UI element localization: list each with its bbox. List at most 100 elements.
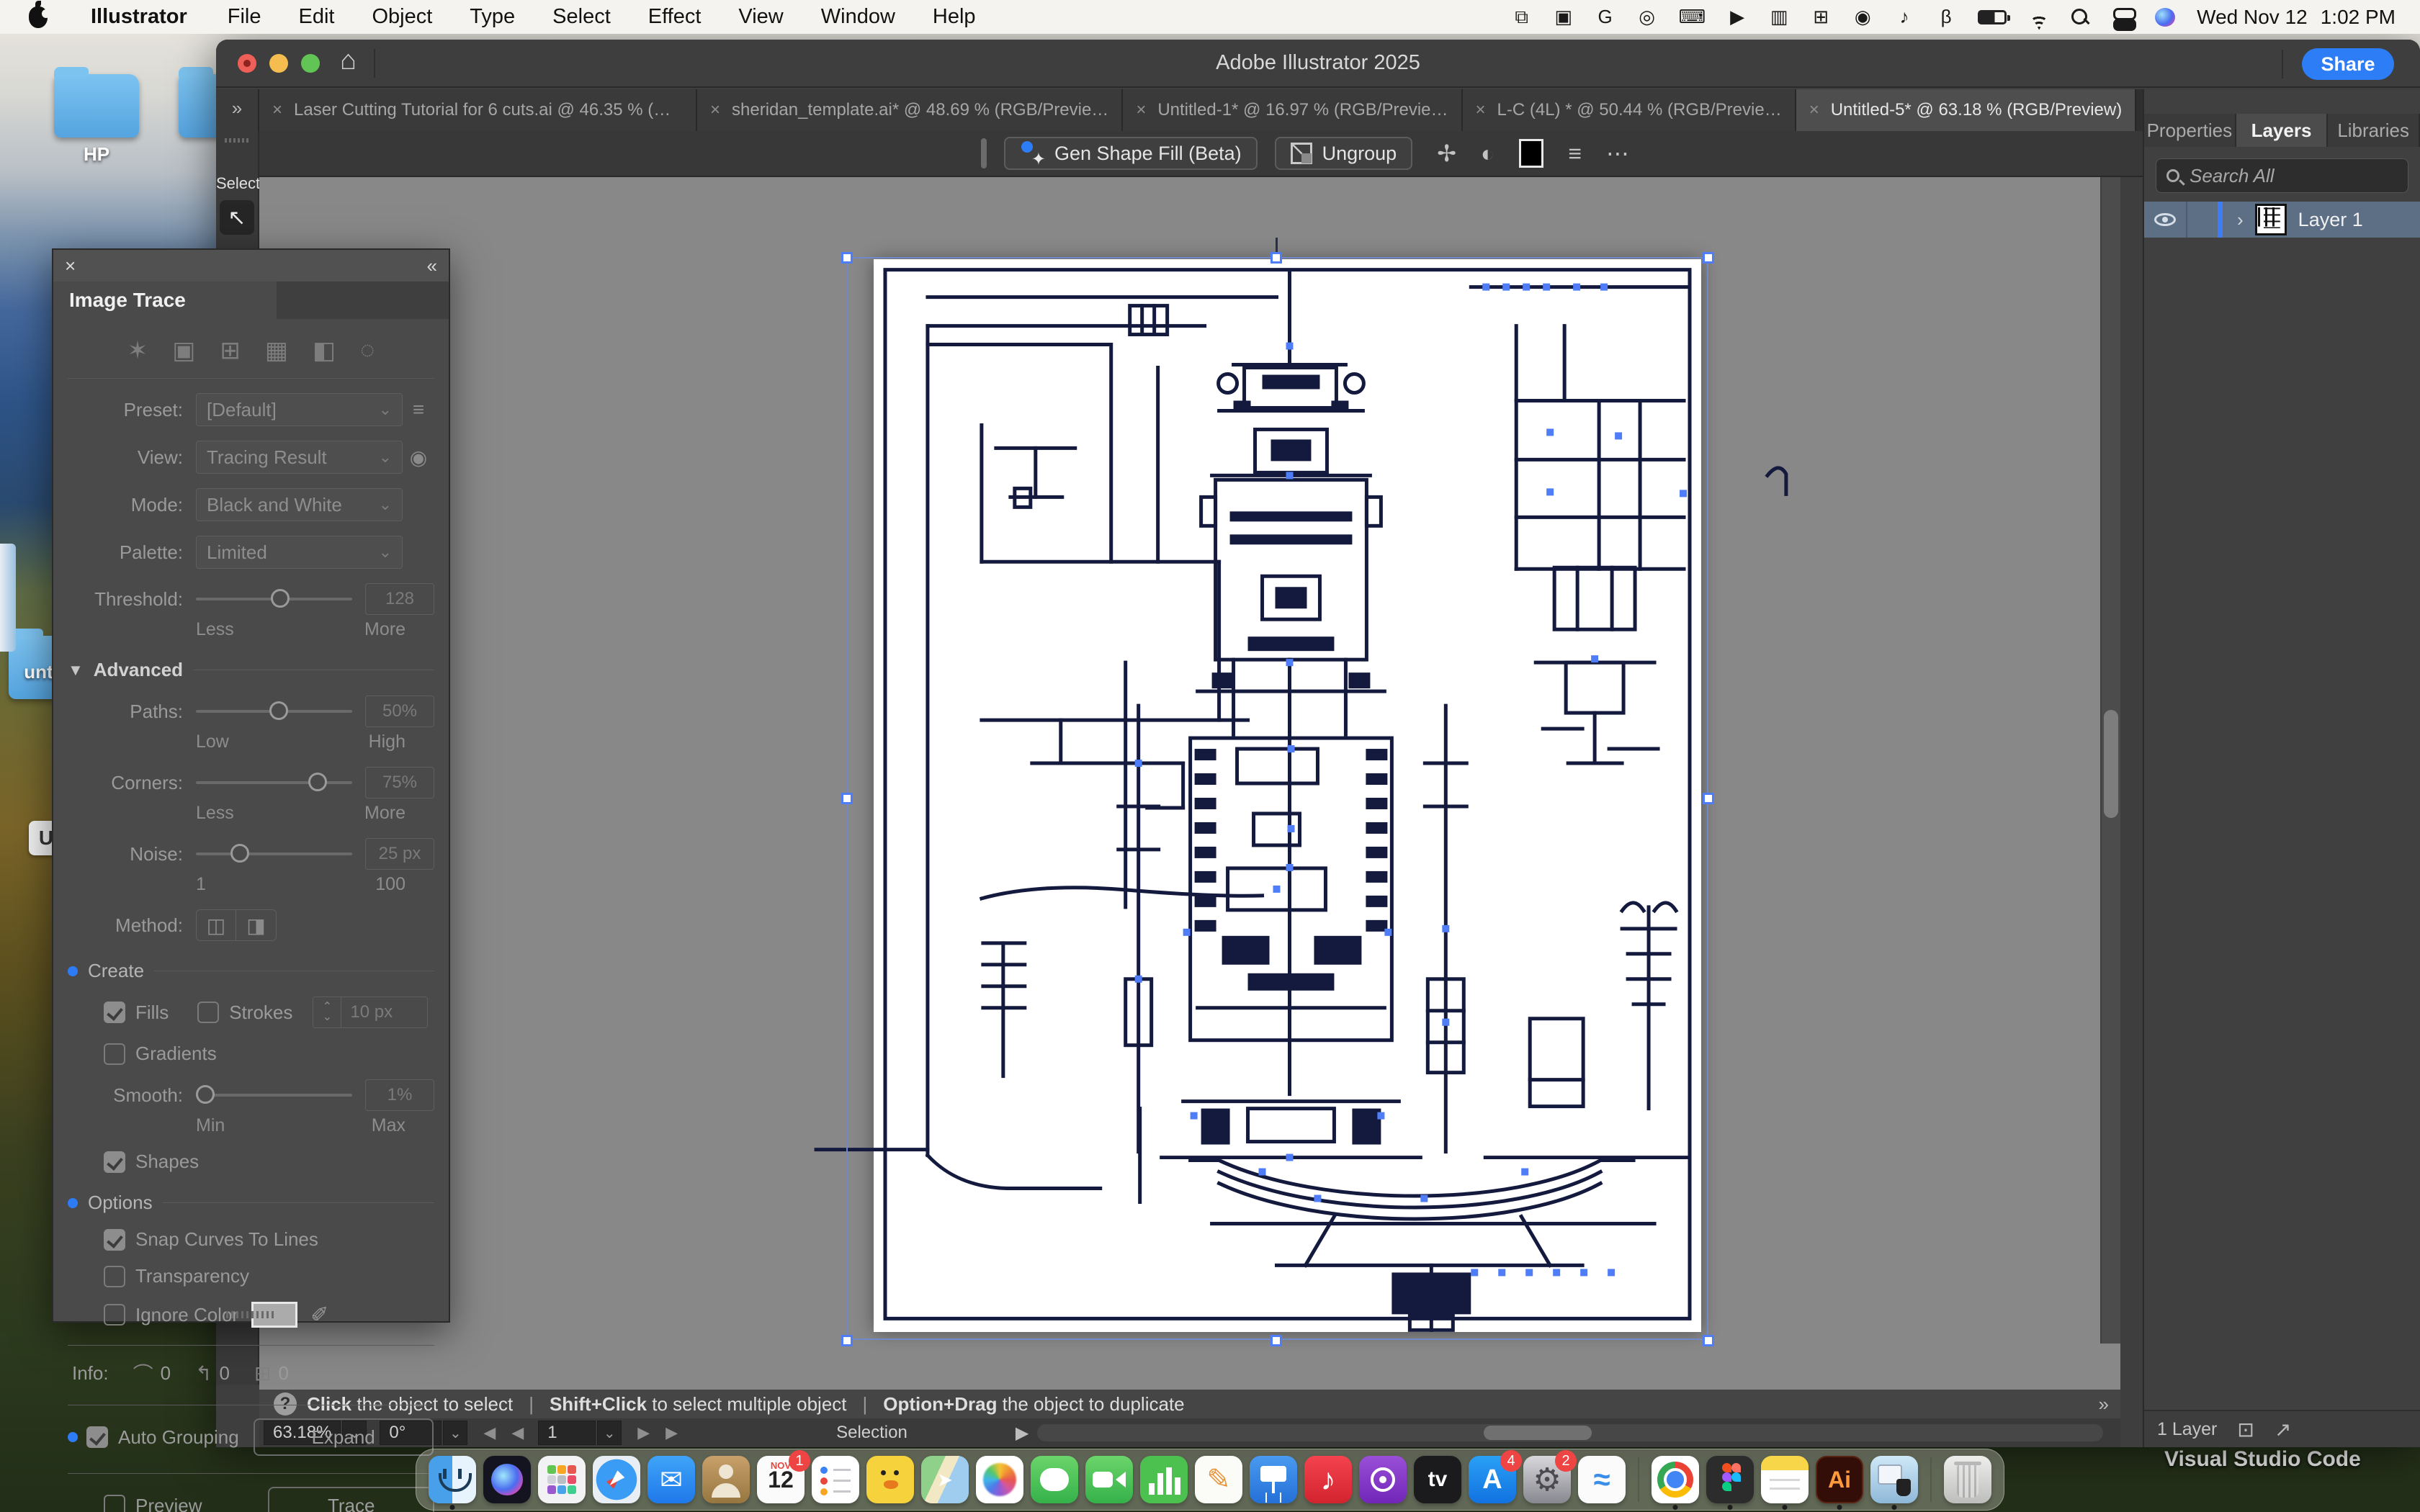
battery-icon[interactable] <box>1978 10 2007 24</box>
strokes-stepper[interactable]: ⌃⌄ <box>313 996 341 1028</box>
transparency-checkbox[interactable] <box>104 1266 125 1287</box>
export-icon[interactable]: ↗ <box>2275 1418 2291 1441</box>
document-tab[interactable]: ×sheridan_template.ai* @ 48.69 % (RGB/Pr… <box>697 89 1123 131</box>
dock-preview[interactable] <box>1870 1456 1918 1503</box>
layer-thumbnail[interactable] <box>2255 204 2287 235</box>
airdrop-icon[interactable]: ◉ <box>1852 6 1873 28</box>
vertical-scroll-thumb[interactable] <box>2104 710 2118 818</box>
eyedropper-icon[interactable]: ✐ <box>310 1302 328 1328</box>
preview-checkbox[interactable] <box>104 1495 125 1512</box>
snap-curves-checkbox[interactable] <box>104 1229 125 1251</box>
tab-close-icon[interactable]: × <box>1476 100 1486 120</box>
method-abutting-button[interactable]: ◫ <box>196 909 236 941</box>
menu-item[interactable]: Edit <box>279 5 353 29</box>
dock-facetime[interactable] <box>1085 1456 1133 1503</box>
panel-menu-icon[interactable]: ≡ <box>1568 140 1582 167</box>
trace-preset-icon[interactable]: ⊞ <box>220 336 241 365</box>
figma-status-icon[interactable]: ⧉ <box>1512 6 1532 29</box>
wifi-icon[interactable] <box>2028 9 2050 26</box>
noise-value[interactable]: 25 px <box>365 838 434 870</box>
dock-keynote[interactable] <box>1250 1456 1297 1503</box>
trace-preset-icon[interactable]: ◧ <box>313 336 336 365</box>
apple-menu-icon[interactable] <box>29 6 48 28</box>
menu-item[interactable]: File <box>209 5 280 29</box>
horizontal-scroll-thumb[interactable] <box>1484 1426 1592 1440</box>
strokes-checkbox[interactable] <box>197 1002 219 1023</box>
dock-maps[interactable]: ➤ <box>921 1456 969 1503</box>
layer-expand-chevron[interactable]: › <box>2237 209 2244 231</box>
arrange-icon[interactable]: ✢ <box>1437 140 1456 167</box>
dock-illustrator[interactable]: Ai <box>1816 1456 1863 1503</box>
threshold-value[interactable]: 128 <box>365 583 434 615</box>
corners-value[interactable]: 75% <box>365 767 434 798</box>
spotlight-icon[interactable] <box>2071 9 2092 26</box>
dock-contacts[interactable] <box>702 1456 750 1503</box>
preset-select[interactable]: [Default]⌄ <box>196 393 403 426</box>
ungroup-button[interactable]: Ungroup <box>1275 137 1413 170</box>
paths-value[interactable]: 50% <box>365 696 434 727</box>
menu-item[interactable]: Type <box>451 5 534 29</box>
last-artboard-icon[interactable]: ▶ <box>666 1423 678 1442</box>
menu-item[interactable]: Select <box>534 5 629 29</box>
selection-handle-tr[interactable] <box>1703 252 1714 264</box>
paths-slider[interactable] <box>196 710 352 713</box>
bluetooth-icon[interactable]: β <box>1936 6 1956 28</box>
dock-mail[interactable]: ✉ <box>647 1456 695 1503</box>
document-tab[interactable]: ×Untitled-5* @ 63.18 % (RGB/Preview) <box>1796 89 2137 131</box>
window-tiles-icon[interactable]: ▥ <box>1769 6 1789 28</box>
noise-knob[interactable] <box>230 844 249 863</box>
panel-resize-grip[interactable] <box>226 1311 277 1318</box>
dock-appstore[interactable]: 4 A <box>1469 1456 1516 1503</box>
ignore-color-checkbox[interactable] <box>104 1304 125 1326</box>
dock-numbers[interactable] <box>1140 1456 1188 1503</box>
tools-grip[interactable] <box>225 138 249 143</box>
close-panel-icon[interactable]: × <box>65 255 76 277</box>
menu-app-name[interactable]: Illustrator <box>72 5 209 29</box>
palette-select[interactable]: Limited⌄ <box>196 536 403 569</box>
close-window-button[interactable] <box>238 54 256 73</box>
advanced-section-header[interactable]: ▼Advanced <box>68 659 434 681</box>
color-wheel-icon[interactable]: ◐ <box>1481 140 1494 167</box>
dock-podcasts[interactable] <box>1359 1456 1407 1503</box>
dock-safari[interactable] <box>593 1456 640 1503</box>
trace-preset-icon[interactable]: ▦ <box>265 336 288 365</box>
trace-preset-icon[interactable]: ✶ <box>127 336 148 365</box>
mode-select[interactable]: Black and White⌄ <box>196 488 403 521</box>
dock-figma[interactable] <box>1706 1456 1754 1503</box>
menu-clock[interactable]: Wed Nov 121:02 PM <box>2197 6 2396 29</box>
dock-trash[interactable] <box>1944 1456 1991 1503</box>
status-play-icon[interactable]: ▶ <box>1016 1423 1028 1444</box>
play-status-icon[interactable]: ▶ <box>1727 6 1747 28</box>
selection-handle-bm[interactable] <box>1270 1335 1282 1346</box>
dock-chrome[interactable] <box>1652 1456 1699 1503</box>
canvas-area[interactable] <box>259 177 2120 1390</box>
mute-icon[interactable]: ♪ <box>1894 6 1914 28</box>
vertical-scrollbar[interactable] <box>2100 177 2120 1344</box>
expand-button[interactable]: Expand <box>254 1418 434 1456</box>
dock-finder[interactable] <box>429 1456 476 1503</box>
panel-tab[interactable]: Properties <box>2144 114 2236 147</box>
dock-reminders[interactable] <box>812 1456 859 1503</box>
selection-handle-br[interactable] <box>1703 1335 1714 1346</box>
first-artboard-icon[interactable]: ◀ <box>483 1423 496 1442</box>
preset-menu-icon[interactable]: ≡ <box>403 398 434 421</box>
smooth-value[interactable]: 1% <box>365 1079 434 1111</box>
selection-handle-mr[interactable] <box>1703 793 1714 804</box>
dock-notes[interactable] <box>1761 1456 1809 1503</box>
method-overlapping-button[interactable]: ◨ <box>236 909 277 941</box>
dock-freeform[interactable]: ≈ <box>1578 1456 1626 1503</box>
menu-item[interactable]: Help <box>914 5 995 29</box>
tab-close-icon[interactable]: × <box>272 100 282 120</box>
trace-preset-icon[interactable]: ▣ <box>172 336 195 365</box>
view-eye-icon[interactable]: ◉ <box>403 446 434 469</box>
dock-music[interactable]: ♪ <box>1304 1456 1352 1503</box>
more-options-icon[interactable]: ⋯ <box>1606 140 1629 167</box>
document-tab[interactable]: ×L-C (4L) * @ 50.44 % (RGB/Previe… <box>1463 89 1796 131</box>
fills-checkbox[interactable] <box>104 1002 125 1023</box>
selection-handle-ml[interactable] <box>841 793 853 804</box>
artboard-chevron-icon[interactable]: ⌄ <box>597 1421 622 1445</box>
dock-pages[interactable]: ✎ <box>1195 1456 1242 1503</box>
shapes-checkbox[interactable] <box>104 1151 125 1173</box>
panel-tab[interactable]: Libraries <box>2328 114 2420 147</box>
selection-handle-bl[interactable] <box>841 1335 853 1346</box>
